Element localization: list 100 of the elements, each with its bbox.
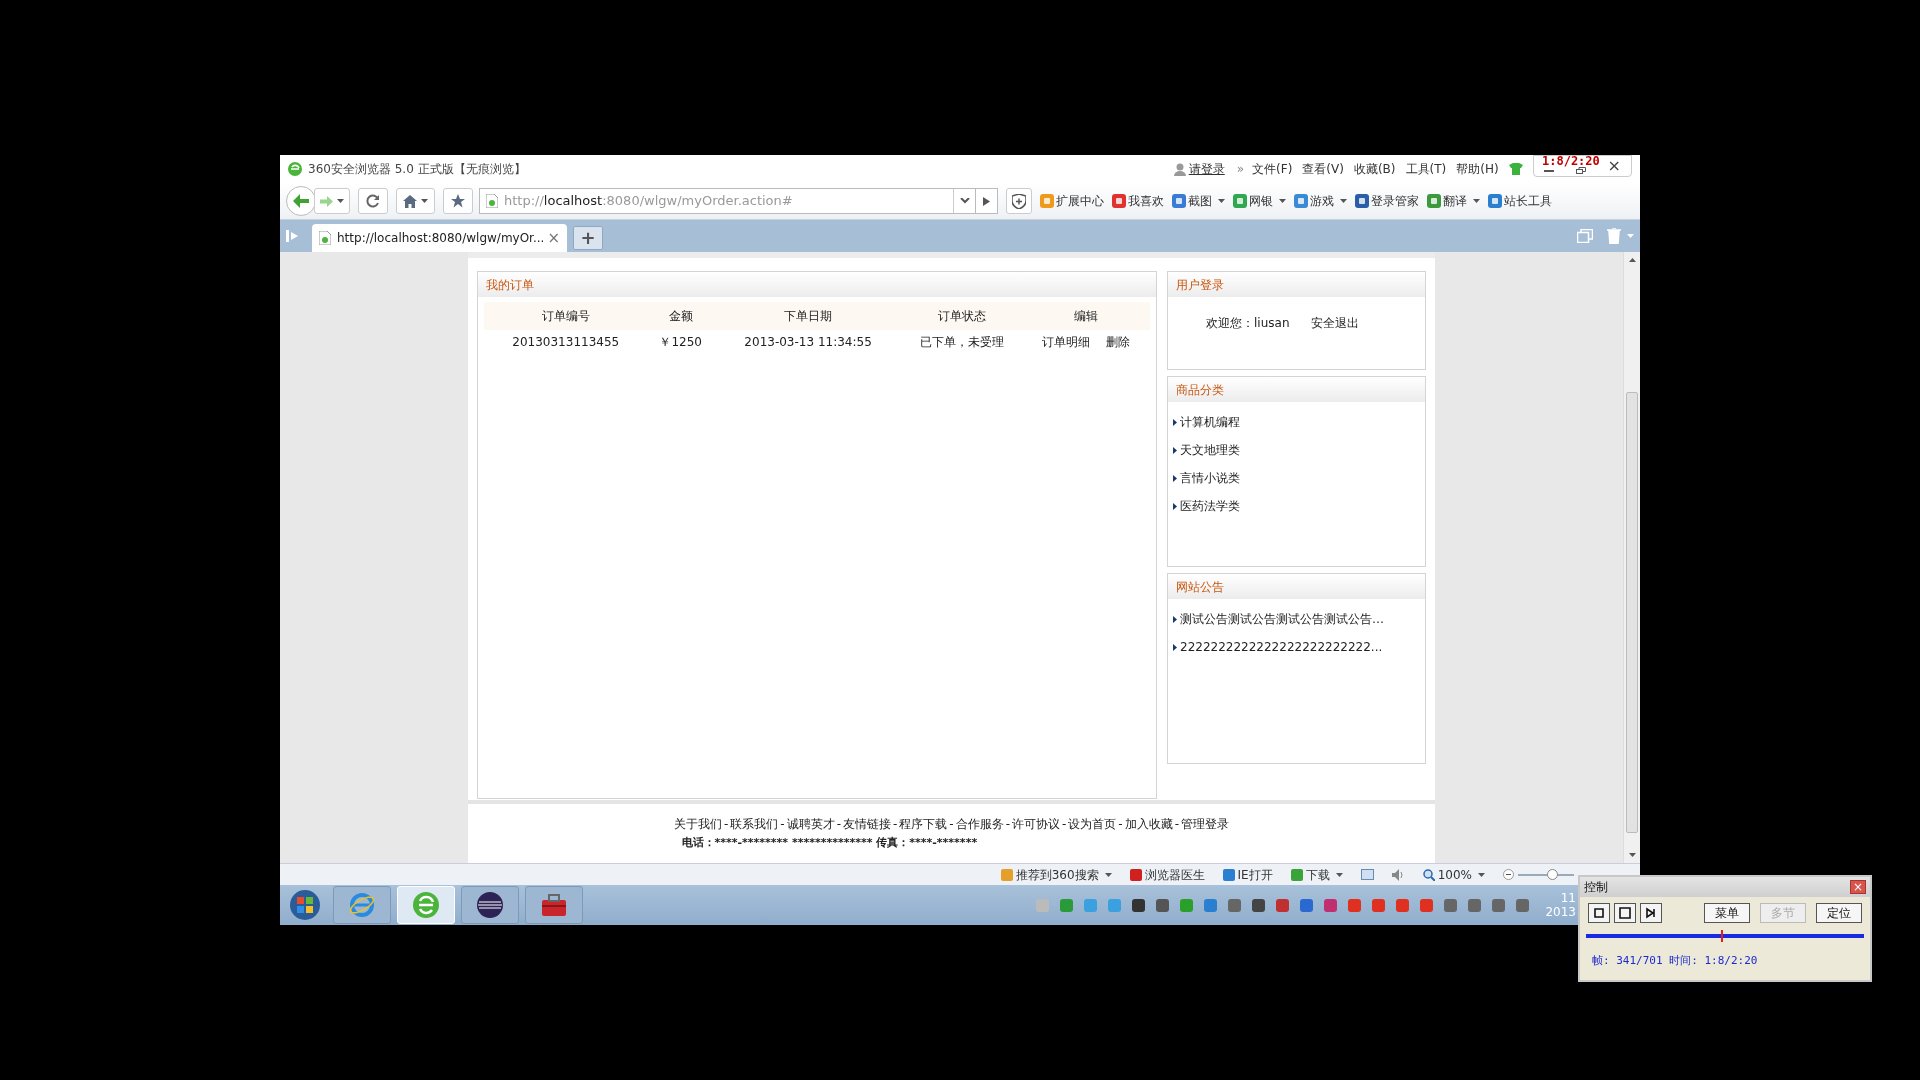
menu-item[interactable]: 文件(F) — [1252, 160, 1293, 178]
category-link[interactable]: 计算机编程 — [1180, 413, 1240, 431]
tab-close-glyph[interactable]: × — [547, 226, 560, 250]
action-link[interactable]: 删除 — [1105, 333, 1130, 351]
browser-tab[interactable]: http://localhost:8080/wlgw/myOr... × — [312, 224, 567, 252]
media-icon — [1618, 906, 1632, 920]
media-icon — [1592, 906, 1606, 920]
home-button[interactable] — [396, 188, 435, 214]
caret-icon — [1104, 872, 1112, 877]
sidebar-toggle-icon[interactable] — [286, 230, 300, 242]
notice-link[interactable]: 测试公告测试公告测试公告测试公告… — [1180, 610, 1384, 628]
control-button[interactable]: 菜单 — [1704, 903, 1750, 923]
footer-link[interactable]: 友情链接 — [843, 815, 891, 833]
windows-logo-icon — [289, 889, 321, 921]
playback-button[interactable] — [1614, 903, 1636, 923]
toolbar-item[interactable]: 扩展中心 — [1040, 192, 1104, 210]
caret-icon — [1478, 872, 1485, 877]
back-button[interactable] — [286, 186, 316, 216]
app-icon — [1222, 868, 1235, 881]
footer-link[interactable]: 程序下载 — [899, 815, 948, 833]
login-link[interactable]: 请登录 — [1188, 160, 1225, 178]
home-icon — [403, 194, 417, 208]
app-icon — [1172, 194, 1186, 208]
control-button[interactable]: 定位 — [1816, 903, 1862, 923]
scroll-down-icon[interactable] — [1628, 853, 1636, 857]
zoom-control[interactable]: 100% — [1422, 865, 1485, 884]
refresh-icon — [366, 194, 380, 208]
scrollbar[interactable] — [1623, 252, 1640, 863]
footer-link[interactable]: 关于我们 — [673, 815, 722, 833]
footer-link[interactable]: 合作服务 — [955, 815, 1004, 833]
new-tab-button[interactable]: + — [573, 226, 603, 250]
eclipse-logo-icon — [476, 891, 504, 919]
footer-link[interactable]: 管理登录 — [1181, 815, 1230, 833]
zoom-out-icon[interactable] — [1503, 869, 1514, 880]
overflow-glyph[interactable]: » — [1236, 160, 1245, 178]
footer-link[interactable]: 诚聘英才 — [786, 815, 835, 833]
menu-item[interactable]: 工具(T) — [1405, 160, 1447, 178]
taskbar-app[interactable] — [461, 886, 519, 924]
welcome-text: 欢迎您：liusan — [1206, 315, 1290, 332]
chevron-down-icon[interactable] — [959, 198, 970, 204]
menu-item[interactable]: 帮助(H) — [1456, 160, 1499, 178]
toolbar-item[interactable]: 我喜欢 — [1112, 192, 1164, 210]
address-field[interactable]: http://localhost:8080/wlgw/myOrder.action# — [479, 188, 976, 214]
toolbar-item[interactable]: 网银 — [1233, 192, 1286, 210]
app-icon — [1112, 194, 1126, 208]
close-button[interactable]: × — [1850, 880, 1866, 894]
magnifier-icon — [1422, 868, 1435, 881]
go-button[interactable] — [976, 188, 998, 214]
scroll-thumb[interactable] — [1626, 392, 1638, 833]
security-button[interactable] — [1006, 188, 1032, 214]
play-icon — [983, 196, 990, 206]
toolbar-item[interactable]: 游戏 — [1294, 192, 1347, 210]
notice-link[interactable]: 2222222222222222222222222... — [1180, 638, 1383, 656]
scroll-up-icon[interactable] — [1628, 258, 1636, 262]
toolbar-item[interactable]: 站长工具 — [1488, 192, 1552, 210]
app-icon — [1294, 194, 1308, 208]
favorite-button[interactable] — [443, 188, 473, 214]
caret-icon — [1627, 234, 1634, 238]
window-icon[interactable] — [1360, 869, 1374, 880]
playback-button[interactable] — [1640, 903, 1662, 923]
playback-status: 帧: 341/701 时间: 1:8/2:20 — [1592, 954, 1758, 967]
footer-link[interactable]: 联系我们 — [730, 815, 779, 833]
toolbar-item[interactable]: 登录管家 — [1355, 192, 1419, 210]
action-link[interactable]: 订单明细 — [1041, 333, 1090, 351]
skin-icon[interactable] — [1508, 163, 1523, 175]
status-item[interactable]: 推荐到360搜索 — [1000, 865, 1112, 884]
footer-link[interactable]: 许可协议 — [1012, 815, 1060, 833]
window-title: 360安全浏览器 5.0 正式版【无痕浏览】 — [308, 161, 526, 178]
status-item[interactable]: IE打开 — [1222, 865, 1273, 884]
minimize-icon[interactable] — [1543, 170, 1554, 172]
menu-item[interactable]: 查看(V) — [1302, 160, 1344, 178]
footer-link[interactable]: 设为首页 — [1068, 815, 1117, 833]
recording-time-overlay: 1:8/2:20 — [1542, 155, 1600, 167]
category-link[interactable]: 天文地理类 — [1180, 441, 1240, 459]
column-header: 订单编号 — [541, 309, 590, 323]
category-link[interactable]: 言情小说类 — [1180, 469, 1240, 487]
clock-text: 11 — [1560, 891, 1576, 905]
bullet-icon — [1173, 418, 1177, 426]
restore-icon[interactable] — [1575, 167, 1586, 174]
logout-link[interactable]: 安全退出 — [1311, 314, 1360, 332]
toolbar-item[interactable]: 截图 — [1172, 192, 1225, 210]
app-icon — [1290, 868, 1303, 881]
refresh-button[interactable] — [358, 188, 388, 214]
browser-logo-icon — [288, 162, 302, 176]
menu-item[interactable]: 收藏(B) — [1353, 160, 1396, 178]
bullet-icon — [1173, 615, 1177, 623]
app-icon — [1355, 194, 1369, 208]
footer-link[interactable]: 加入收藏 — [1124, 815, 1173, 833]
taskbar-app[interactable] — [525, 886, 583, 924]
playback-button[interactable] — [1588, 903, 1610, 923]
category-link[interactable]: 医药法学类 — [1180, 497, 1240, 515]
status-item[interactable]: 浏览器医生 — [1129, 865, 1205, 884]
caret-icon — [1335, 872, 1343, 877]
user-icon — [1173, 162, 1186, 176]
toolbar-item[interactable]: 翻译 — [1427, 192, 1480, 210]
close-button[interactable]: × — [1607, 158, 1621, 174]
column-header: 编辑 — [1073, 309, 1098, 323]
bullet-icon — [1173, 643, 1177, 651]
speaker-icon[interactable] — [1391, 868, 1405, 881]
status-item[interactable]: 下载 — [1290, 865, 1343, 884]
